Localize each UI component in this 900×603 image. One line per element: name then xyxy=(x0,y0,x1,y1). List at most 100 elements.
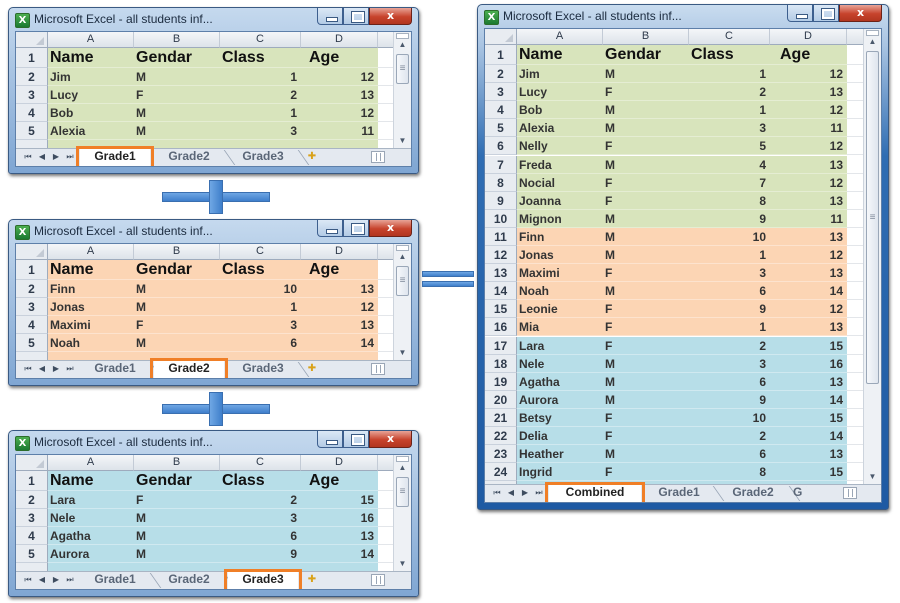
cell-class[interactable]: 3 xyxy=(220,509,301,527)
cell-age[interactable]: 13 xyxy=(770,372,847,391)
column-header-a[interactable]: A xyxy=(48,455,134,471)
row-header[interactable]: 4 xyxy=(16,527,48,545)
row-header[interactable]: 2 xyxy=(16,68,48,86)
cell-class[interactable]: 3 xyxy=(689,119,770,138)
header-cell-gender[interactable]: Gendar xyxy=(603,45,689,65)
first-sheet-icon[interactable]: ⏮ xyxy=(22,151,34,163)
insert-worksheet-icon[interactable]: ✚ xyxy=(304,151,320,163)
row-header[interactable]: 3 xyxy=(485,83,517,102)
column-header-c[interactable]: C xyxy=(689,29,770,45)
cell-age[interactable]: 12 xyxy=(770,137,847,156)
cell-name[interactable]: Joanna xyxy=(517,191,603,210)
column-header-d[interactable]: D xyxy=(770,29,847,45)
cell-class[interactable]: 9 xyxy=(689,390,770,409)
sheet-tab-grade3[interactable]: Grade3 xyxy=(228,360,298,378)
cell-age[interactable]: 13 xyxy=(770,264,847,283)
cell-age[interactable]: 14 xyxy=(770,390,847,409)
cell-age[interactable]: 14 xyxy=(770,282,847,301)
cell-age[interactable]: 12 xyxy=(770,300,847,319)
minimize-button[interactable] xyxy=(787,5,813,22)
cell-age[interactable]: 13 xyxy=(301,527,378,545)
title-bar[interactable]: X Microsoft Excel - all students inf... x xyxy=(9,8,418,31)
cell-class[interactable]: 1 xyxy=(689,318,770,337)
cell-class[interactable]: 2 xyxy=(689,427,770,446)
close-button[interactable]: x xyxy=(369,220,412,237)
next-sheet-icon[interactable]: ▶ xyxy=(50,363,62,375)
cell-age[interactable]: 15 xyxy=(301,491,378,509)
cell-name[interactable]: Jonas xyxy=(517,246,603,265)
cell-gender[interactable]: M xyxy=(603,119,689,138)
cell-class[interactable]: 5 xyxy=(689,137,770,156)
first-sheet-icon[interactable]: ⏮ xyxy=(22,363,34,375)
row-header[interactable]: 12 xyxy=(485,246,517,265)
column-header-d[interactable]: D xyxy=(301,32,378,48)
cell-age[interactable]: 12 xyxy=(301,68,378,86)
row-header[interactable]: 6 xyxy=(485,137,517,156)
cell-class[interactable]: 3 xyxy=(220,122,301,140)
cell-gender[interactable]: M xyxy=(134,334,220,352)
row-header[interactable]: 4 xyxy=(16,316,48,334)
cell-name[interactable]: Maximi xyxy=(48,316,134,334)
row-header[interactable]: 4 xyxy=(16,104,48,122)
column-header-a[interactable]: A xyxy=(48,32,134,48)
scroll-up-arrow-icon[interactable]: ▲ xyxy=(394,461,411,475)
minimize-button[interactable] xyxy=(317,431,343,448)
cell-gender[interactable]: M xyxy=(134,527,220,545)
cell-class[interactable]: 1 xyxy=(689,101,770,120)
row-header[interactable]: 18 xyxy=(485,354,517,373)
column-header-d[interactable]: D xyxy=(301,455,378,471)
cell-class[interactable]: 2 xyxy=(689,336,770,355)
cell-gender[interactable]: F xyxy=(603,463,689,482)
cell-name[interactable]: Betsy xyxy=(517,408,603,427)
row-header[interactable]: 3 xyxy=(16,86,48,104)
cell-gender[interactable]: F xyxy=(603,83,689,102)
cell-name[interactable]: Leonie xyxy=(517,300,603,319)
header-cell-name[interactable]: Name xyxy=(48,260,134,280)
cell-gender[interactable]: M xyxy=(603,246,689,265)
cell-class[interactable]: 1 xyxy=(689,246,770,265)
select-all-corner[interactable] xyxy=(16,32,48,48)
cell-age[interactable]: 14 xyxy=(301,334,378,352)
cell-age[interactable]: 13 xyxy=(301,86,378,104)
cell-gender[interactable]: F xyxy=(134,86,220,104)
sheet-tab-grade3[interactable]: Grade3 xyxy=(228,148,298,166)
cell-gender[interactable]: F xyxy=(603,336,689,355)
row-header[interactable]: 21 xyxy=(485,408,517,427)
prev-sheet-icon[interactable]: ◀ xyxy=(505,487,517,499)
cell-age[interactable]: 12 xyxy=(301,298,378,316)
cell-gender[interactable]: F xyxy=(603,137,689,156)
row-header[interactable]: 2 xyxy=(16,491,48,509)
cell-class[interactable]: 6 xyxy=(220,334,301,352)
header-cell-class[interactable]: Class xyxy=(220,471,301,491)
cell-class[interactable]: 6 xyxy=(689,445,770,464)
cell-gender[interactable]: M xyxy=(603,65,689,84)
header-cell-age[interactable]: Age xyxy=(301,48,378,68)
sheet-tab-grade1[interactable]: Grade1 xyxy=(80,571,150,589)
cell-name[interactable]: Nele xyxy=(517,354,603,373)
column-header-c[interactable]: C xyxy=(220,455,301,471)
cell-name[interactable]: Lara xyxy=(48,491,134,509)
column-header-b[interactable]: B xyxy=(134,455,220,471)
row-header[interactable]: 15 xyxy=(485,300,517,319)
horizontal-split-handle[interactable] xyxy=(371,151,385,163)
cell-gender[interactable]: F xyxy=(134,316,220,334)
cell-age[interactable]: 15 xyxy=(770,463,847,482)
minimize-button[interactable] xyxy=(317,8,343,25)
header-cell-name[interactable]: Name xyxy=(48,471,134,491)
header-cell-gender[interactable]: Gendar xyxy=(134,48,220,68)
cell-age[interactable]: 12 xyxy=(770,65,847,84)
cell-gender[interactable]: F xyxy=(603,300,689,319)
cell-name[interactable]: Delia xyxy=(517,427,603,446)
scroll-down-arrow-icon[interactable]: ▼ xyxy=(394,557,411,571)
cell-class[interactable]: 9 xyxy=(689,300,770,319)
cell-age[interactable]: 13 xyxy=(770,191,847,210)
scroll-up-arrow-icon[interactable]: ▲ xyxy=(864,35,881,49)
scroll-thumb[interactable] xyxy=(396,266,409,296)
cell-name[interactable]: Bob xyxy=(517,101,603,120)
vertical-scrollbar[interactable]: ▲▼ xyxy=(393,244,411,360)
cell-class[interactable]: 9 xyxy=(689,209,770,228)
cell-gender[interactable]: M xyxy=(603,101,689,120)
column-header-b[interactable]: B xyxy=(134,244,220,260)
cell-name[interactable]: Alexia xyxy=(517,119,603,138)
cell-name[interactable]: Noah xyxy=(48,334,134,352)
